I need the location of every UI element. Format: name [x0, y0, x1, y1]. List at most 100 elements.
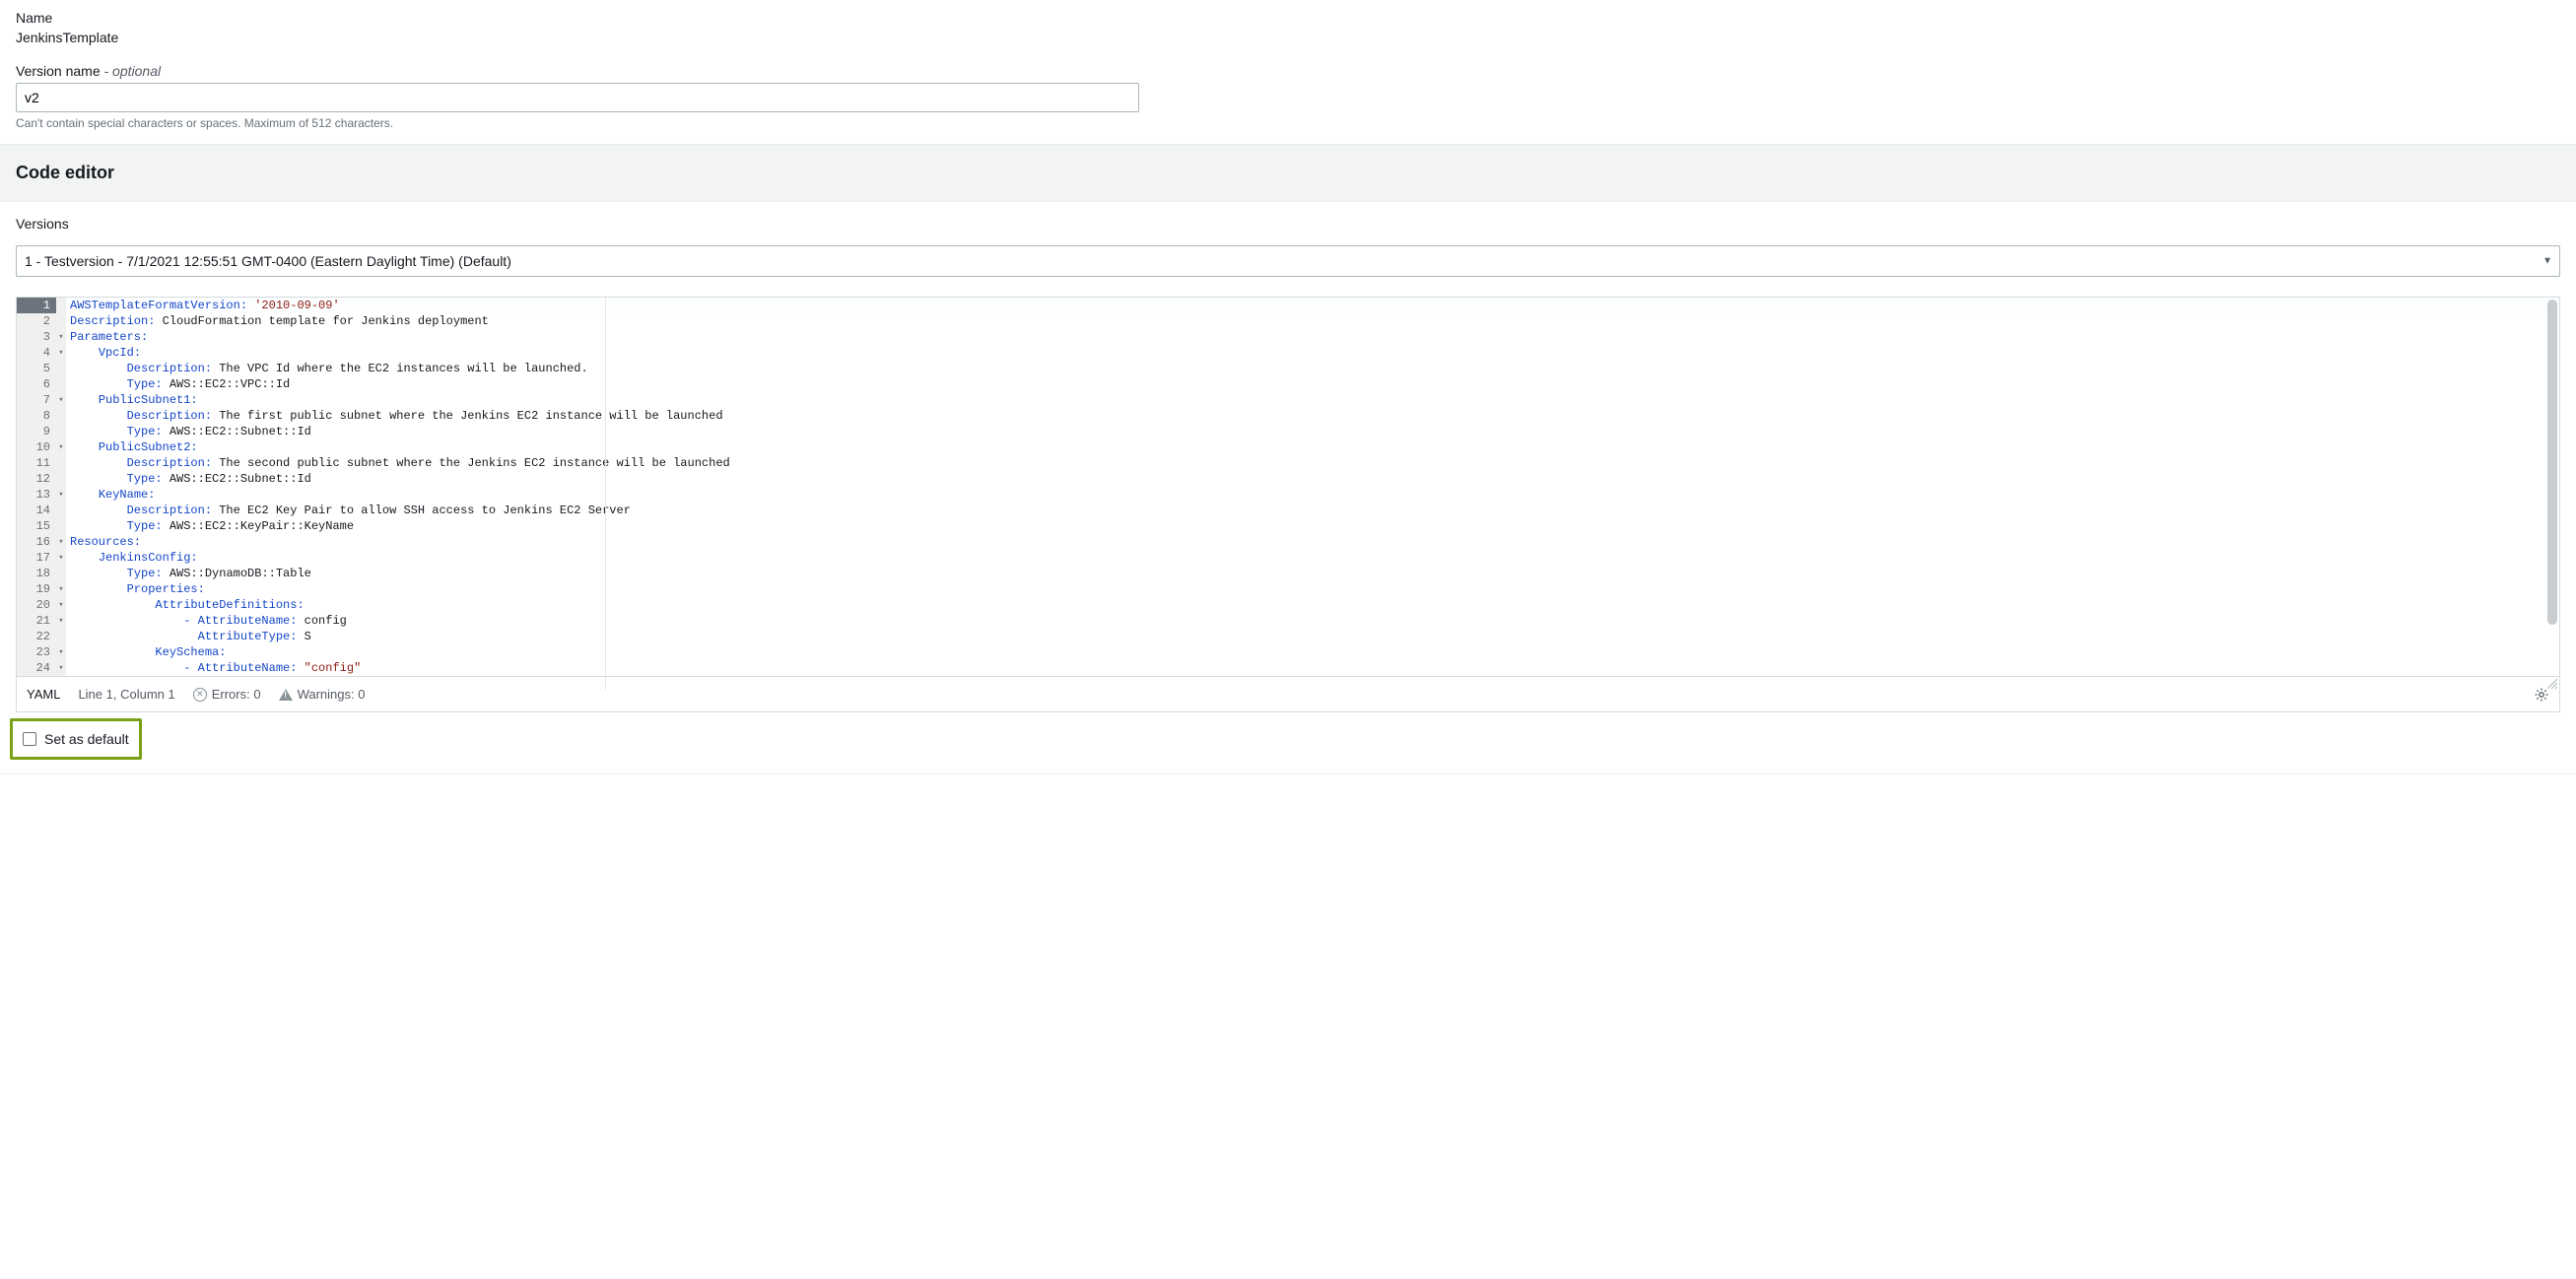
line-number: 17: [17, 550, 56, 566]
code-editor[interactable]: 1AWSTemplateFormatVersion: '2010-09-09'2…: [16, 297, 2560, 712]
line-number: 12: [17, 471, 56, 487]
editor-print-margin: [605, 298, 606, 690]
editor-line[interactable]: 13▾ KeyName:: [17, 487, 2559, 503]
fold-spacer: [56, 424, 66, 439]
editor-warnings[interactable]: Warnings: 0: [279, 687, 366, 702]
fold-toggle-icon[interactable]: ▾: [56, 597, 66, 613]
code-content[interactable]: Resources:: [66, 534, 2559, 550]
code-content[interactable]: VpcId:: [66, 345, 2559, 361]
editor-line[interactable]: 19▾ Properties:: [17, 581, 2559, 597]
code-content[interactable]: Type: AWS::EC2::VPC::Id: [66, 376, 2559, 392]
editor-line[interactable]: 15 Type: AWS::EC2::KeyPair::KeyName: [17, 518, 2559, 534]
code-content[interactable]: Properties:: [66, 581, 2559, 597]
version-name-input[interactable]: [16, 83, 1139, 112]
editor-errors-label: Errors: 0: [212, 687, 261, 702]
editor-line[interactable]: 2Description: CloudFormation template fo…: [17, 313, 2559, 329]
code-content[interactable]: Description: The EC2 Key Pair to allow S…: [66, 503, 2559, 518]
fold-spacer: [56, 471, 66, 487]
code-content[interactable]: Parameters:: [66, 329, 2559, 345]
code-content[interactable]: - AttributeName: config: [66, 613, 2559, 629]
editor-line[interactable]: 11 Description: The second public subnet…: [17, 455, 2559, 471]
code-content[interactable]: Type: AWS::EC2::Subnet::Id: [66, 471, 2559, 487]
code-content[interactable]: Type: AWS::DynamoDB::Table: [66, 566, 2559, 581]
editor-cursor-position: Line 1, Column 1: [78, 687, 174, 702]
fold-toggle-icon[interactable]: ▾: [56, 329, 66, 345]
fold-spacer: [56, 361, 66, 376]
version-name-label-text: Version name: [16, 63, 101, 79]
code-content[interactable]: Description: The first public subnet whe…: [66, 408, 2559, 424]
line-number: 13: [17, 487, 56, 503]
editor-line[interactable]: 3▾Parameters:: [17, 329, 2559, 345]
editor-line[interactable]: 17▾ JenkinsConfig:: [17, 550, 2559, 566]
fold-toggle-icon[interactable]: ▾: [56, 644, 66, 660]
editor-line[interactable]: 9 Type: AWS::EC2::Subnet::Id: [17, 424, 2559, 439]
code-content[interactable]: KeySchema:: [66, 644, 2559, 660]
editor-line[interactable]: 20▾ AttributeDefinitions:: [17, 597, 2559, 613]
editor-line[interactable]: 6 Type: AWS::EC2::VPC::Id: [17, 376, 2559, 392]
code-content[interactable]: PublicSubnet2:: [66, 439, 2559, 455]
line-number: 15: [17, 518, 56, 534]
editor-line[interactable]: 1AWSTemplateFormatVersion: '2010-09-09': [17, 298, 2559, 313]
code-content[interactable]: Description: The second public subnet wh…: [66, 455, 2559, 471]
fold-toggle-icon[interactable]: ▾: [56, 439, 66, 455]
code-content[interactable]: KeyName:: [66, 487, 2559, 503]
editor-line[interactable]: 4▾ VpcId:: [17, 345, 2559, 361]
line-number: 3: [17, 329, 56, 345]
editor-line[interactable]: 14 Description: The EC2 Key Pair to allo…: [17, 503, 2559, 518]
set-as-default-checkbox[interactable]: [23, 732, 36, 746]
line-number: 22: [17, 629, 56, 644]
code-content[interactable]: AWSTemplateFormatVersion: '2010-09-09': [66, 298, 2559, 313]
line-number: 18: [17, 566, 56, 581]
line-number: 19: [17, 581, 56, 597]
fold-toggle-icon[interactable]: ▾: [56, 392, 66, 408]
editor-line[interactable]: 5 Description: The VPC Id where the EC2 …: [17, 361, 2559, 376]
versions-select[interactable]: 1 - Testversion - 7/1/2021 12:55:51 GMT-…: [16, 245, 2560, 277]
set-as-default-label: Set as default: [44, 731, 129, 747]
line-number: 10: [17, 439, 56, 455]
editor-line[interactable]: 18 Type: AWS::DynamoDB::Table: [17, 566, 2559, 581]
editor-errors[interactable]: ✕ Errors: 0: [193, 687, 261, 702]
editor-scrollbar[interactable]: [2547, 300, 2557, 672]
versions-label: Versions: [16, 216, 2560, 232]
editor-line[interactable]: 8 Description: The first public subnet w…: [17, 408, 2559, 424]
code-editor-heading: Code editor: [0, 145, 2576, 201]
editor-line[interactable]: 10▾ PublicSubnet2:: [17, 439, 2559, 455]
fold-toggle-icon[interactable]: ▾: [56, 534, 66, 550]
code-content[interactable]: - AttributeName: "config": [66, 660, 2559, 676]
editor-line[interactable]: 7▾ PublicSubnet1:: [17, 392, 2559, 408]
line-number: 16: [17, 534, 56, 550]
code-content[interactable]: AttributeType: S: [66, 629, 2559, 644]
fold-toggle-icon[interactable]: ▾: [56, 550, 66, 566]
editor-line[interactable]: 23▾ KeySchema:: [17, 644, 2559, 660]
versions-selected-text: 1 - Testversion - 7/1/2021 12:55:51 GMT-…: [25, 253, 511, 269]
editor-line[interactable]: 22 AttributeType: S: [17, 629, 2559, 644]
fold-toggle-icon[interactable]: ▾: [56, 660, 66, 676]
fold-toggle-icon[interactable]: ▾: [56, 487, 66, 503]
set-as-default-container[interactable]: Set as default: [10, 718, 142, 760]
fold-spacer: [56, 503, 66, 518]
editor-line[interactable]: 21▾ - AttributeName: config: [17, 613, 2559, 629]
error-icon: ✕: [193, 688, 207, 702]
optional-suffix: - optional: [101, 63, 161, 79]
code-content[interactable]: Description: CloudFormation template for…: [66, 313, 2559, 329]
code-content[interactable]: Description: The VPC Id where the EC2 in…: [66, 361, 2559, 376]
fold-spacer: [56, 298, 66, 313]
code-content[interactable]: JenkinsConfig:: [66, 550, 2559, 566]
editor-status-bar: YAML Line 1, Column 1 ✕ Errors: 0 Warnin…: [17, 676, 2559, 711]
line-number: 5: [17, 361, 56, 376]
editor-line[interactable]: 12 Type: AWS::EC2::Subnet::Id: [17, 471, 2559, 487]
fold-toggle-icon[interactable]: ▾: [56, 581, 66, 597]
code-content[interactable]: AttributeDefinitions:: [66, 597, 2559, 613]
version-name-help: Can't contain special characters or spac…: [16, 116, 2560, 130]
code-content[interactable]: PublicSubnet1:: [66, 392, 2559, 408]
code-content[interactable]: Type: AWS::EC2::Subnet::Id: [66, 424, 2559, 439]
fold-toggle-icon[interactable]: ▾: [56, 613, 66, 629]
editor-warnings-label: Warnings: 0: [298, 687, 366, 702]
editor-line[interactable]: 16▾Resources:: [17, 534, 2559, 550]
editor-scrollbar-thumb[interactable]: [2547, 300, 2557, 625]
code-content[interactable]: Type: AWS::EC2::KeyPair::KeyName: [66, 518, 2559, 534]
editor-line[interactable]: 24▾ - AttributeName: "config": [17, 660, 2559, 676]
resize-handle-icon[interactable]: [2543, 674, 2559, 690]
fold-toggle-icon[interactable]: ▾: [56, 345, 66, 361]
fold-spacer: [56, 376, 66, 392]
